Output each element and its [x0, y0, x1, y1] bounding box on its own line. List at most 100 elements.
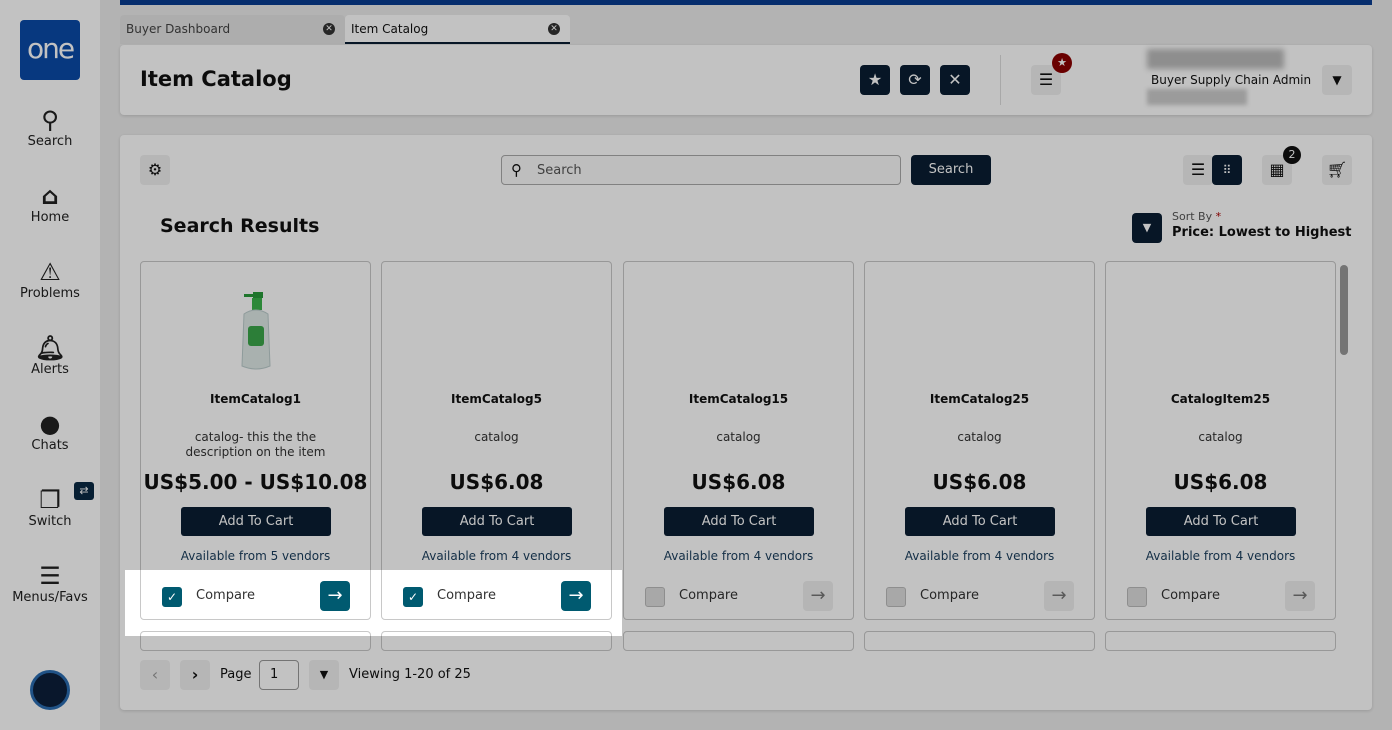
compare-checkbox[interactable]	[886, 587, 906, 607]
chat-icon: ●	[39, 410, 61, 438]
sidebar-item-search[interactable]: ⚲ Search	[0, 106, 100, 149]
sidebar-item-label: Menus/Favs	[12, 590, 88, 605]
sidebar-item-alerts[interactable]: 🔔︎ Alerts	[0, 334, 100, 377]
tab-label: Buyer Dashboard	[126, 22, 231, 36]
sidebar-item-menus-favs[interactable]: ☰ Menus/Favs	[0, 562, 100, 605]
sidebar-item-label: Home	[30, 210, 70, 225]
grid-view-button[interactable]: ⠿	[1212, 155, 1242, 185]
compare-checkbox[interactable]	[645, 587, 665, 607]
vendor-availability[interactable]: Available from 4 vendors	[865, 549, 1094, 563]
compare-checkbox[interactable]: ✓	[162, 587, 182, 607]
vendor-availability[interactable]: Available from 5 vendors	[141, 549, 370, 563]
tab-item-catalog[interactable]: Item Catalog ✕	[345, 15, 570, 44]
view-details-button[interactable]: →	[320, 581, 350, 611]
compare-checkbox[interactable]	[1127, 587, 1147, 607]
item-price: US$6.08	[691, 470, 786, 494]
item-price: US$6.08	[1173, 470, 1268, 494]
list-view-button[interactable]: ☰	[1183, 155, 1213, 185]
vendor-availability[interactable]: Available from 4 vendors	[1106, 549, 1335, 563]
sidebar-item-home[interactable]: ⌂ Home	[0, 182, 100, 225]
chevron-down-icon: ▼	[1142, 221, 1152, 234]
sort-label-text: Sort By	[1172, 210, 1213, 223]
sidebar-item-switch[interactable]: ❐ Switch ⇄	[0, 482, 100, 529]
sort-dropdown-button[interactable]: ▼	[1132, 213, 1162, 243]
vendor-availability[interactable]: Available from 4 vendors	[624, 549, 853, 563]
sidebar-item-label: Search	[27, 134, 73, 149]
add-to-cart-button[interactable]: Add To Cart	[905, 507, 1055, 536]
add-to-cart-button[interactable]: Add To Cart	[664, 507, 814, 536]
arrow-right-icon: →	[568, 585, 584, 606]
close-tab-icon[interactable]: ✕	[323, 23, 335, 35]
item-price: US$5.00 - US$10.08	[143, 470, 368, 494]
item-description: catalog	[1198, 430, 1243, 444]
sidebar-item-problems[interactable]: ⚠ Problems	[0, 258, 100, 301]
item-name[interactable]: ItemCatalog5	[382, 392, 611, 406]
sidebar: one ⚲ Search ⌂ Home ⚠ Problems 🔔︎ Alerts ● Ch…	[0, 0, 100, 730]
user-avatar[interactable]	[30, 670, 70, 710]
item-price: US$6.08	[449, 470, 544, 494]
sort-label: Sort By *	[1172, 210, 1221, 223]
item-name[interactable]: ItemCatalog1	[141, 392, 370, 406]
vendor-availability[interactable]: Available from 4 vendors	[382, 549, 611, 563]
item-price: US$6.08	[932, 470, 1027, 494]
filters-button[interactable]: ⚙	[140, 155, 170, 185]
favorite-button[interactable]: ★	[860, 65, 890, 95]
item-name[interactable]: CatalogItem25	[1106, 392, 1335, 406]
search-input[interactable]: ⚲ Search	[501, 155, 901, 185]
arrow-right-icon: →	[1051, 585, 1067, 606]
previous-page-button[interactable]: ‹	[140, 660, 170, 690]
viewing-range: Viewing 1-20 of 25	[349, 667, 471, 682]
product-card[interactable]: ItemCatalog1 catalog- this the the descr…	[140, 261, 371, 620]
view-details-button[interactable]: →	[1044, 581, 1074, 611]
search-icon: ⚲	[511, 161, 522, 179]
chevron-down-icon: ▼	[1332, 73, 1342, 87]
item-name[interactable]: ItemCatalog15	[624, 392, 853, 406]
favorites-star-badge-icon: ★	[1052, 53, 1072, 73]
required-marker: *	[1215, 210, 1222, 223]
compare-count-badge: 2	[1283, 146, 1301, 164]
compare-label: Compare	[196, 588, 255, 603]
search-results-title: Search Results	[160, 215, 320, 237]
divider	[1000, 55, 1001, 105]
tab-buyer-dashboard[interactable]: Buyer Dashboard ✕	[120, 15, 345, 44]
compare-checkbox[interactable]: ✓	[403, 587, 423, 607]
product-card[interactable]: CatalogItem25 catalog US$6.08 Add To Car…	[1105, 261, 1336, 620]
hamburger-icon: ☰	[1038, 70, 1054, 89]
product-card[interactable]: ItemCatalog25 catalog US$6.08 Add To Car…	[864, 261, 1095, 620]
product-card[interactable]: ItemCatalog15 catalog US$6.08 Add To Car…	[623, 261, 854, 620]
product-card-partial	[381, 631, 612, 651]
view-details-button[interactable]: →	[1285, 581, 1315, 611]
top-accent-bar	[120, 0, 1372, 5]
add-to-cart-button[interactable]: Add To Cart	[181, 507, 331, 536]
add-to-cart-button[interactable]: Add To Cart	[1146, 507, 1296, 536]
view-details-button[interactable]: →	[803, 581, 833, 611]
sort-value[interactable]: Price: Lowest to Highest	[1172, 225, 1352, 240]
item-description: catalog	[716, 430, 761, 444]
sidebar-item-label: Switch	[28, 514, 72, 529]
arrow-right-icon: →	[1292, 585, 1308, 606]
close-tab-icon[interactable]: ✕	[548, 23, 560, 35]
page-input[interactable]: 1	[259, 660, 299, 690]
sidebar-item-label: Chats	[31, 438, 69, 453]
cart-button[interactable]: 🛒︎	[1322, 155, 1352, 185]
sidebar-item-chats[interactable]: ● Chats	[0, 410, 100, 453]
scrollbar-thumb[interactable]	[1340, 265, 1348, 355]
refresh-button[interactable]: ⟳	[900, 65, 930, 95]
switch-badge-icon[interactable]: ⇄	[74, 482, 94, 500]
item-description: catalog	[474, 430, 519, 444]
page-dropdown-button[interactable]: ▼	[309, 660, 339, 690]
app-logo[interactable]: one	[20, 20, 80, 80]
user-menu-dropdown[interactable]: ▼	[1322, 65, 1352, 95]
compare-grid-icon: ▦	[1269, 160, 1285, 179]
refresh-icon: ⟳	[908, 70, 922, 89]
product-card[interactable]: ItemCatalog5 catalog US$6.08 Add To Cart…	[381, 261, 612, 620]
item-description: catalog- this the the description on the…	[185, 430, 326, 459]
item-name[interactable]: ItemCatalog25	[865, 392, 1094, 406]
home-icon: ⌂	[41, 182, 59, 210]
search-button[interactable]: Search	[911, 155, 991, 185]
view-details-button[interactable]: →	[561, 581, 591, 611]
next-page-button[interactable]: ›	[180, 660, 210, 690]
chevron-right-icon: ›	[191, 665, 199, 684]
add-to-cart-button[interactable]: Add To Cart	[422, 507, 572, 536]
close-button[interactable]: ✕	[940, 65, 970, 95]
